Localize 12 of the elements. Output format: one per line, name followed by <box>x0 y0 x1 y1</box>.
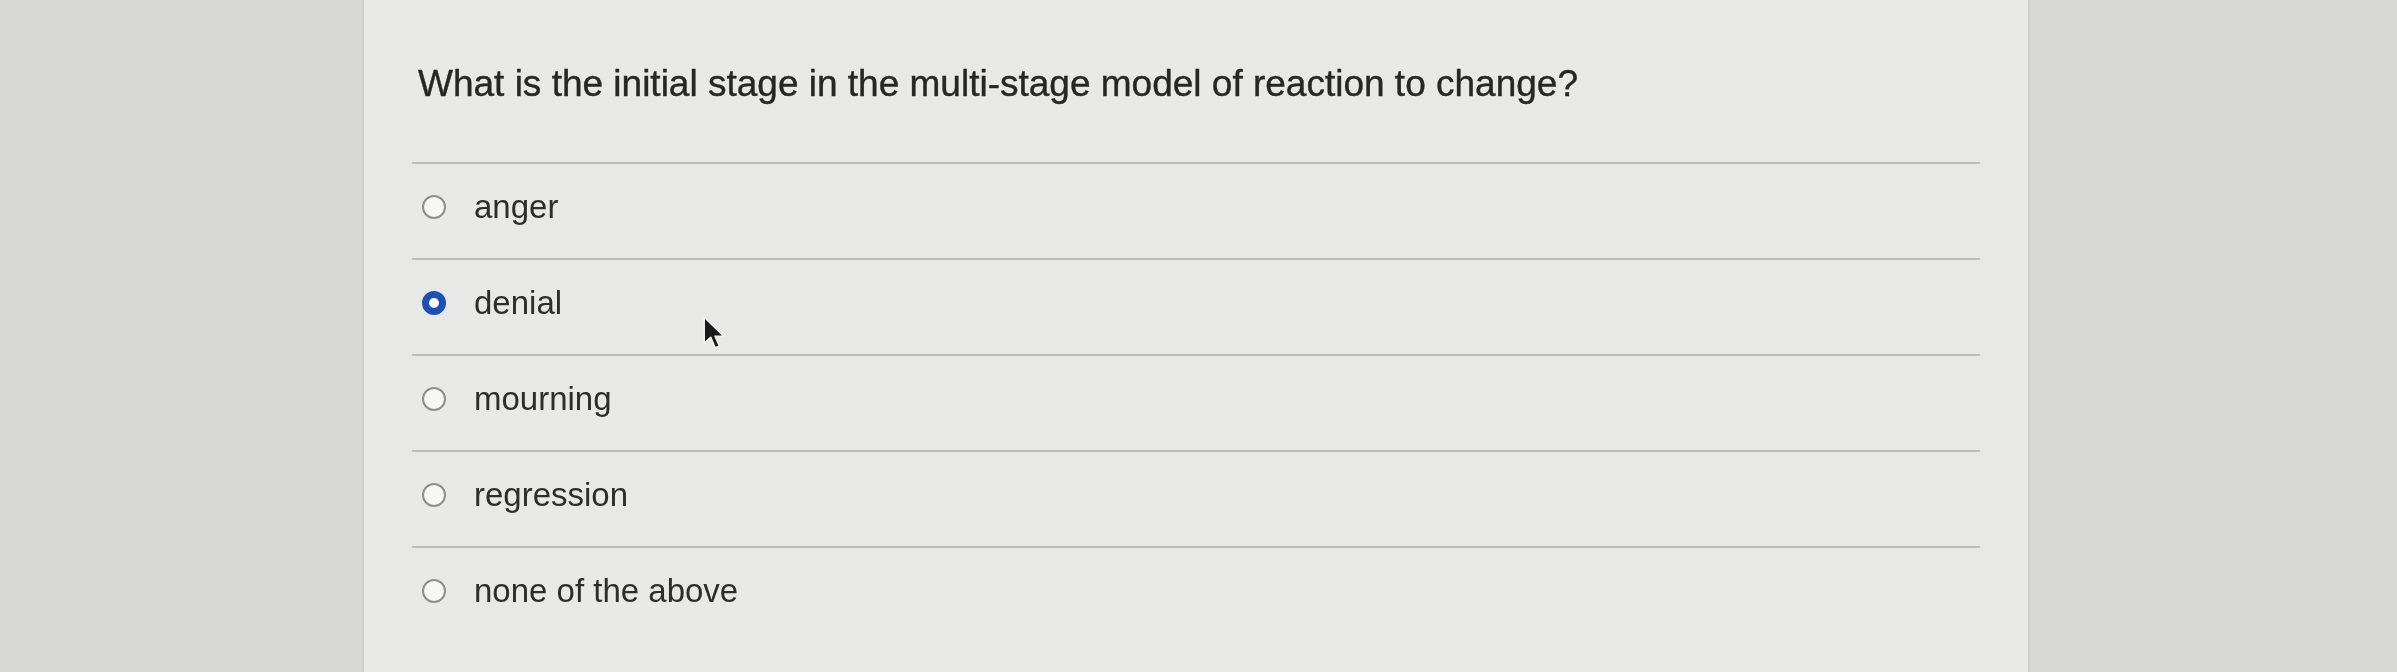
radio-button[interactable] <box>422 291 446 315</box>
radio-button[interactable] <box>422 195 446 219</box>
option-label[interactable]: mourning <box>474 380 612 418</box>
option-label[interactable]: none of the above <box>474 572 739 610</box>
radio-button[interactable] <box>422 579 446 603</box>
option-label[interactable]: denial <box>474 284 563 322</box>
option-label[interactable]: regression <box>474 476 629 514</box>
radio-button[interactable] <box>422 387 446 411</box>
cursor-icon <box>703 316 725 351</box>
question-text: What is the initial stage in the multi-stage model of reaction to change? <box>418 63 1578 105</box>
radio-button[interactable] <box>422 483 446 507</box>
option-label[interactable]: anger <box>474 188 559 226</box>
